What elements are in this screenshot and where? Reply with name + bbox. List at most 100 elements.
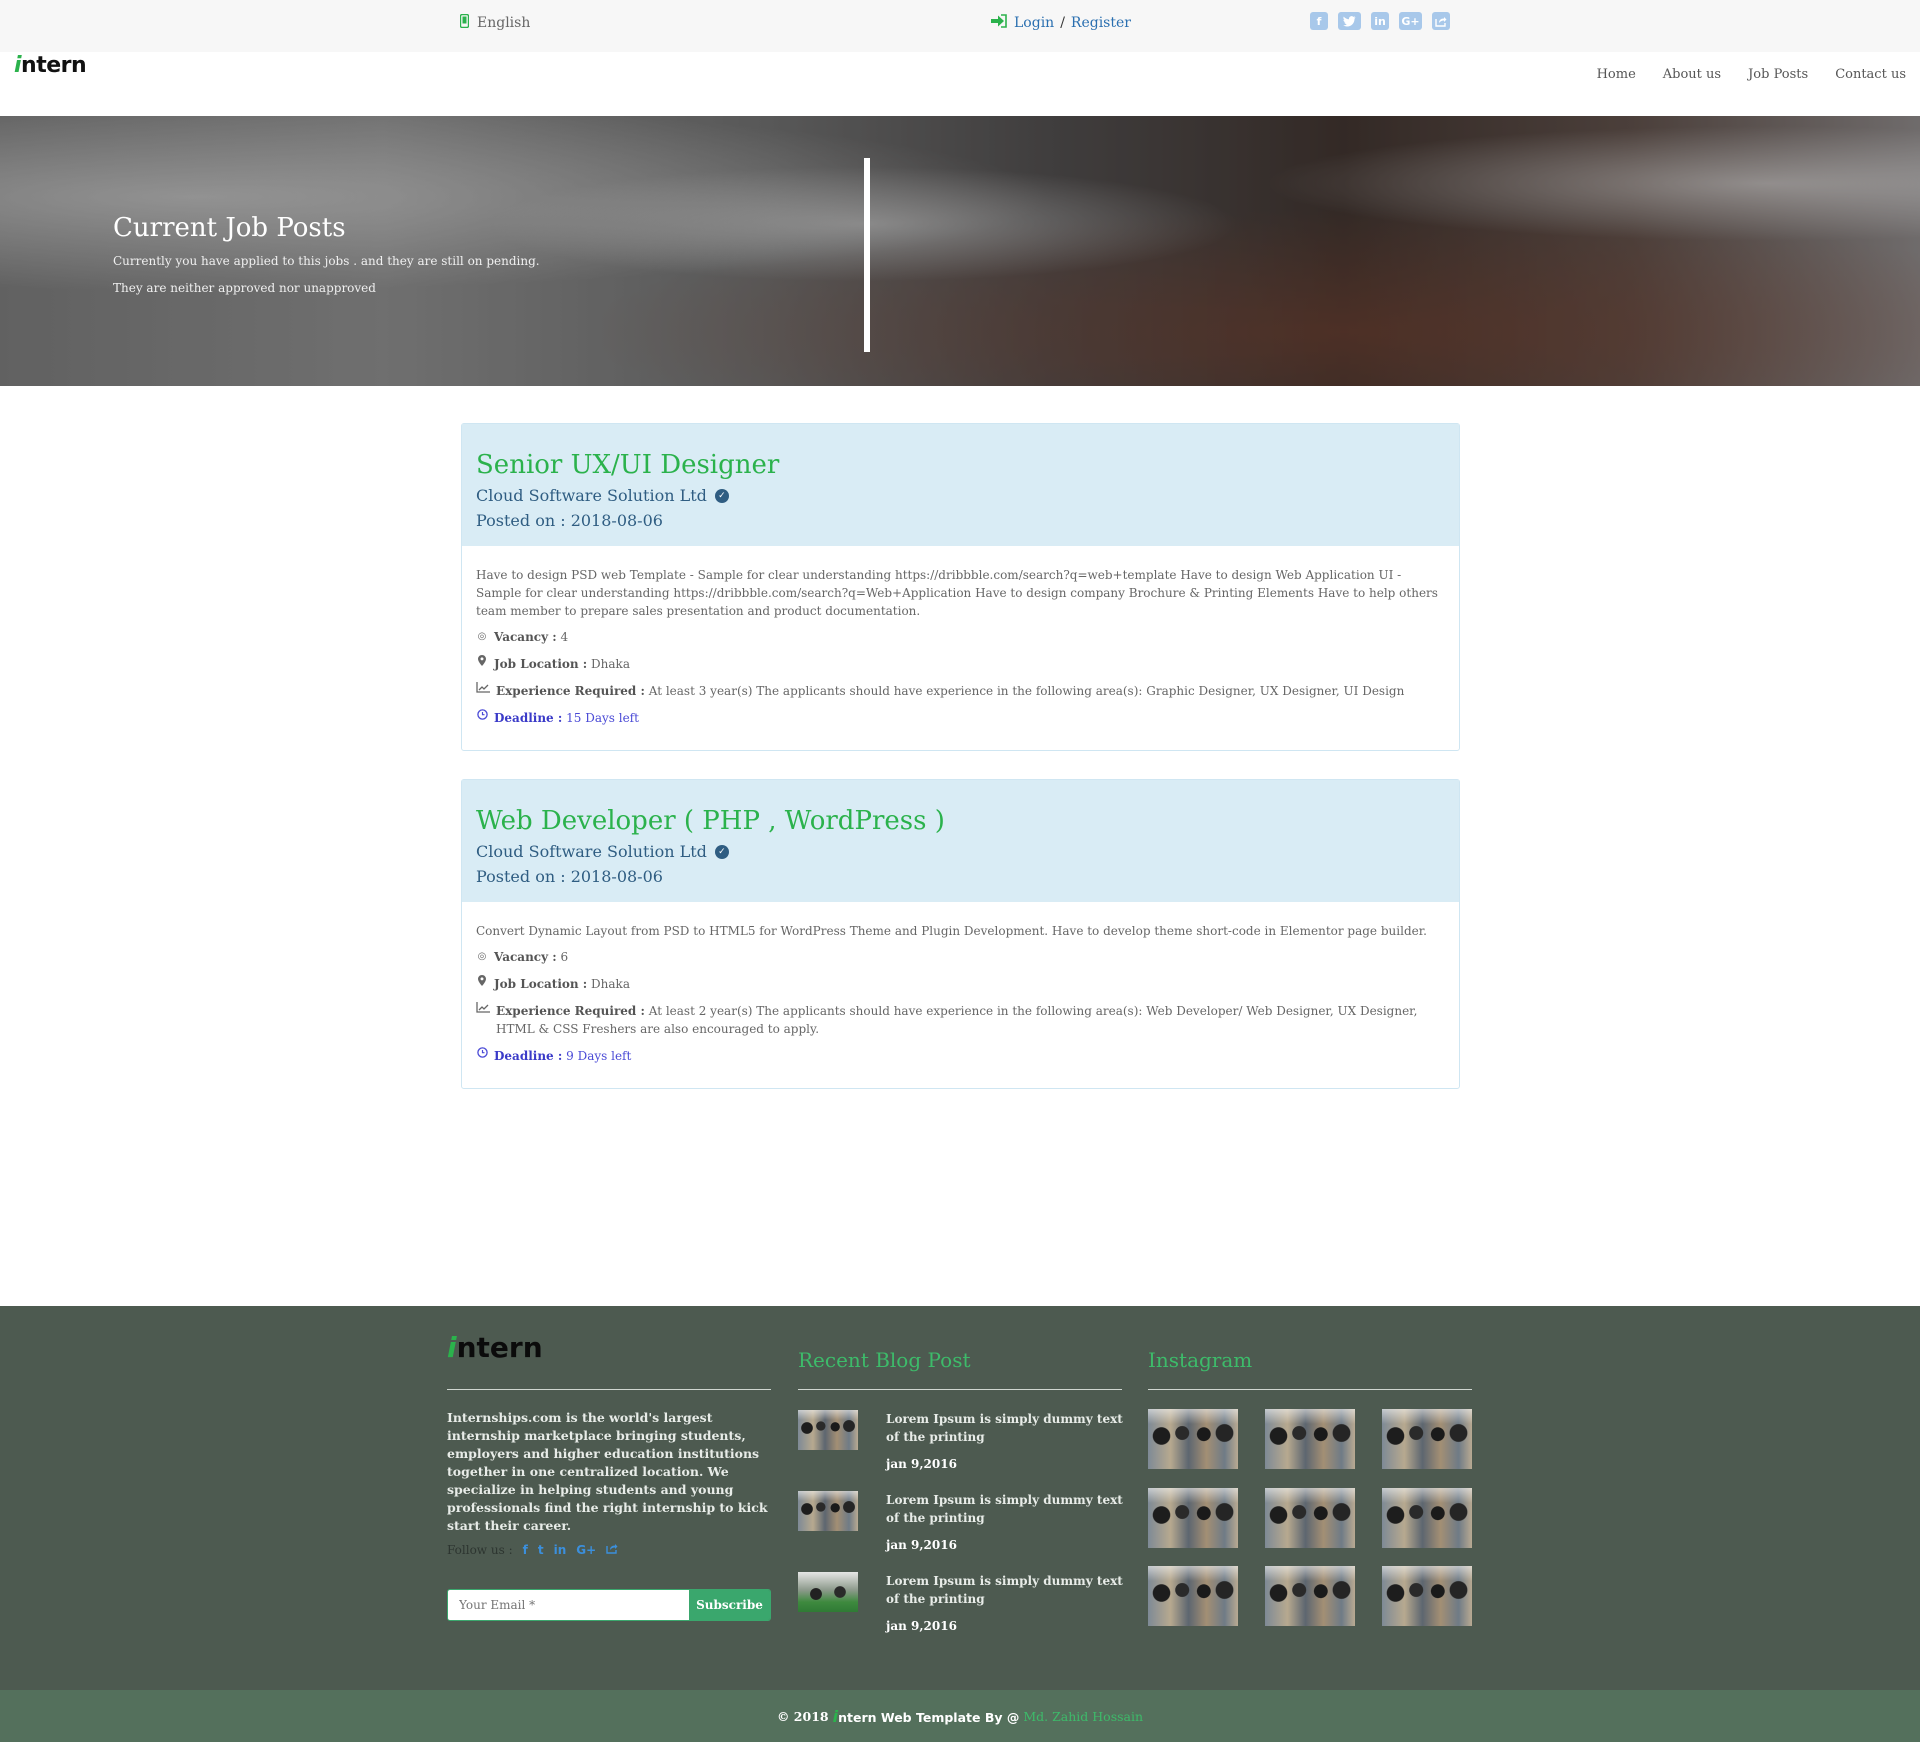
posted-date: Posted on : 2018-08-06 bbox=[476, 867, 663, 886]
hero-subtitle-1: Currently you have applied to this jobs … bbox=[113, 254, 540, 268]
footer-divider bbox=[447, 1389, 771, 1390]
posted-date: Posted on : 2018-08-06 bbox=[476, 511, 663, 530]
instagram-photo[interactable] bbox=[1265, 1409, 1355, 1469]
sign-in-icon bbox=[990, 14, 1008, 32]
twitter-icon[interactable]: t bbox=[538, 1543, 544, 1557]
footer-about-text: Internships.com is the world's largest i… bbox=[447, 1410, 768, 1533]
hero-title: Current Job Posts bbox=[113, 213, 346, 243]
map-marker-icon bbox=[476, 655, 488, 673]
target-icon: ◎ bbox=[477, 631, 487, 642]
follow-us: Follow us : f t in G+ bbox=[447, 1543, 618, 1557]
location-row: Job Location : Dhaka bbox=[476, 975, 1445, 993]
nav-contact-us[interactable]: Contact us bbox=[1835, 67, 1906, 82]
nav-job-posts[interactable]: Job Posts bbox=[1748, 67, 1808, 82]
instagram-photo[interactable] bbox=[1265, 1566, 1355, 1626]
follow-label: Follow us : bbox=[447, 1543, 513, 1557]
verified-icon: ✓ bbox=[714, 488, 729, 503]
target-icon: ◎ bbox=[477, 951, 487, 962]
experience-value: At least 3 year(s) The applicants should… bbox=[648, 684, 1405, 698]
blog-post-title[interactable]: Lorem Ipsum is simply dummy text of the … bbox=[886, 1410, 1126, 1446]
verified-icon: ✓ bbox=[714, 844, 729, 859]
line-chart-icon bbox=[476, 1002, 490, 1020]
linkedin-icon[interactable]: in bbox=[554, 1543, 567, 1557]
auth-separator: / bbox=[1060, 15, 1065, 31]
blog-post-title[interactable]: Lorem Ipsum is simply dummy text of the … bbox=[886, 1491, 1126, 1527]
hero-subtitle-2: They are neither approved nor unapproved bbox=[113, 281, 376, 295]
facebook-icon[interactable]: f bbox=[523, 1543, 528, 1557]
job-description: Convert Dynamic Layout from PSD to HTML5… bbox=[476, 924, 1427, 938]
instagram-photo[interactable] bbox=[1148, 1488, 1238, 1548]
instagram-title: Instagram bbox=[1148, 1348, 1253, 1372]
blog-post-title[interactable]: Lorem Ipsum is simply dummy text of the … bbox=[886, 1572, 1126, 1608]
instagram-photo[interactable] bbox=[1382, 1409, 1472, 1469]
email-input[interactable] bbox=[448, 1590, 689, 1620]
instagram-photo[interactable] bbox=[1148, 1409, 1238, 1469]
experience-row: Experience Required : At least 3 year(s)… bbox=[476, 682, 1445, 700]
linkedin-icon[interactable]: in bbox=[1371, 12, 1389, 30]
hero-divider bbox=[864, 158, 870, 352]
job-card-header: Web Developer ( PHP , WordPress ) Cloud … bbox=[462, 780, 1459, 902]
copyright-year: © 2018 bbox=[776, 1708, 829, 1724]
location-value: Dhaka bbox=[591, 977, 630, 991]
instagram-photo[interactable] bbox=[1265, 1488, 1355, 1548]
twitter-icon[interactable] bbox=[1338, 12, 1361, 30]
author-link[interactable]: Md. Zahid Hossain bbox=[1023, 1709, 1143, 1724]
deadline-row: Deadline : 9 Days left bbox=[476, 1047, 1445, 1065]
deadline-row: Deadline : 15 Days left bbox=[476, 709, 1445, 727]
share-icon[interactable] bbox=[1432, 12, 1450, 30]
instagram-divider bbox=[1148, 1389, 1472, 1390]
company-name: Cloud Software Solution Ltd ✓ bbox=[476, 486, 1445, 505]
share-icon[interactable] bbox=[606, 1543, 618, 1557]
mobile-icon bbox=[459, 13, 470, 32]
site-logo[interactable]: i ntern bbox=[14, 52, 87, 78]
site-header: i ntern Home About us Job Posts Contact u… bbox=[0, 52, 1920, 116]
clock-icon bbox=[476, 1047, 488, 1065]
job-description: Have to design PSD web Template - Sample… bbox=[476, 568, 1438, 618]
blog-thumbnail[interactable] bbox=[798, 1491, 858, 1531]
map-marker-icon bbox=[476, 975, 488, 993]
site-footer: i ntern Internships.com is the world's la… bbox=[0, 1306, 1920, 1690]
vacancy-row: ◎ Vacancy : 6 bbox=[477, 950, 569, 964]
company-name: Cloud Software Solution Ltd ✓ bbox=[476, 842, 1445, 861]
job-title[interactable]: Senior UX/UI Designer bbox=[476, 450, 1445, 480]
register-link[interactable]: Register bbox=[1071, 15, 1131, 31]
recent-blog-title: Recent Blog Post bbox=[798, 1348, 971, 1372]
nav-home[interactable]: Home bbox=[1597, 67, 1636, 82]
google-plus-icon[interactable]: G+ bbox=[576, 1543, 596, 1557]
job-title[interactable]: Web Developer ( PHP , WordPress ) bbox=[476, 806, 1445, 836]
blog-thumbnail[interactable] bbox=[798, 1410, 858, 1450]
google-plus-icon[interactable]: G+ bbox=[1399, 12, 1422, 30]
job-card-body: Convert Dynamic Layout from PSD to HTML5… bbox=[462, 902, 1459, 1088]
footer-logo[interactable]: i ntern bbox=[447, 1330, 543, 1364]
vacancy-value: 6 bbox=[560, 950, 569, 964]
main-nav: Home About us Job Posts Contact us bbox=[1597, 67, 1906, 82]
experience-row: Experience Required : At least 2 year(s)… bbox=[476, 1002, 1445, 1038]
language-selector[interactable]: English bbox=[459, 13, 531, 32]
line-chart-icon bbox=[476, 682, 490, 700]
login-link[interactable]: Login bbox=[1014, 15, 1054, 31]
job-card-header: Senior UX/UI Designer Cloud Software Sol… bbox=[462, 424, 1459, 546]
instagram-photo[interactable] bbox=[1382, 1488, 1472, 1548]
deadline-value: 15 Days left bbox=[566, 711, 639, 725]
subscribe-button[interactable]: Subscribe bbox=[689, 1590, 770, 1620]
top-bar: English Login / Register f in G+ bbox=[0, 0, 1920, 52]
copyright-logo: intern Web Template By @ bbox=[832, 1706, 1020, 1726]
blog-divider bbox=[798, 1389, 1122, 1390]
copyright-bar: © 2018 intern Web Template By @ Md. Zahi… bbox=[0, 1690, 1920, 1742]
blog-post-date: jan 9,2016 bbox=[886, 1457, 957, 1471]
nav-about-us[interactable]: About us bbox=[1663, 67, 1721, 82]
hero-banner: Current Job Posts Currently you have app… bbox=[0, 116, 1920, 386]
instagram-photo[interactable] bbox=[1148, 1566, 1238, 1626]
job-card: Web Developer ( PHP , WordPress ) Cloud … bbox=[461, 779, 1460, 1089]
social-links: f in G+ bbox=[1310, 12, 1450, 30]
auth-links: Login / Register bbox=[990, 14, 1131, 32]
blog-post-date: jan 9,2016 bbox=[886, 1619, 957, 1633]
blog-thumbnail[interactable] bbox=[798, 1572, 858, 1612]
instagram-photo[interactable] bbox=[1382, 1566, 1472, 1626]
deadline-value: 9 Days left bbox=[566, 1049, 632, 1063]
vacancy-row: ◎ Vacancy : 4 bbox=[477, 630, 569, 644]
facebook-icon[interactable]: f bbox=[1310, 12, 1328, 30]
job-card: Senior UX/UI Designer Cloud Software Sol… bbox=[461, 423, 1460, 751]
language-label: English bbox=[477, 15, 531, 31]
location-row: Job Location : Dhaka bbox=[476, 655, 1445, 673]
